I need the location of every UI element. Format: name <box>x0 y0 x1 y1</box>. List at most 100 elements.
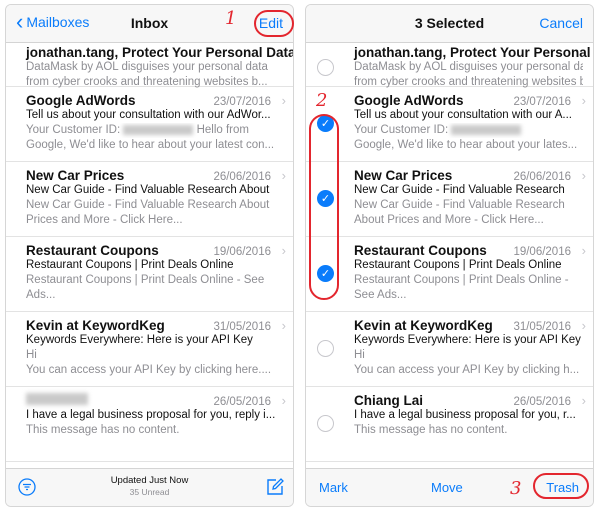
redacted-sender <box>26 393 88 405</box>
message-date: 23/07/2016 <box>513 96 571 108</box>
message-preview: About Prices and More - Click Here... <box>354 214 544 226</box>
message-preview: See Ads... <box>354 289 407 301</box>
message-preview: This message has no content. <box>354 424 508 436</box>
message-preview: Google, We'd like to hear about your lat… <box>354 139 578 151</box>
message-sender: Google AdWords <box>26 93 136 108</box>
redacted-id <box>451 124 522 135</box>
message-row[interactable]: Kevin at KeywordKeg 31/05/2016 Keywords … <box>6 312 293 387</box>
step-3-label: 3 <box>510 478 522 499</box>
message-row[interactable]: ✓ Google AdWords 23/07/2016 Tell us abou… <box>306 87 593 162</box>
step-1-label: 1 <box>225 8 237 29</box>
message-row[interactable]: jonathan.tang, Protect Your Personal Dat… <box>306 43 593 88</box>
message-preview: DataMask by AOL disguises your personal … <box>354 61 583 73</box>
message-subject: Restaurant Coupons | Print Deals Online <box>26 259 234 271</box>
selection-highlight-circle <box>309 114 339 300</box>
chevron-right-icon: › <box>581 318 586 333</box>
chevron-right-icon: › <box>581 243 586 258</box>
message-preview: Your Customer ID: <box>26 124 121 136</box>
message-row[interactable]: ✓ Restaurant Coupons 19/06/2016 Restaura… <box>306 237 593 312</box>
message-row[interactable]: Restaurant Coupons 19/06/2016 Restaurant… <box>6 237 293 312</box>
message-subject: New Car Guide - Find Valuable Research <box>354 184 565 196</box>
message-sender: New Car Prices <box>26 168 125 183</box>
select-checkbox[interactable] <box>317 415 334 432</box>
message-list: jonathan.tang, Protect Your Personal Dat… <box>6 43 293 462</box>
message-date: 26/06/2016 <box>513 171 571 183</box>
message-sender: jonathan.tang, Protect Your Personal Dat… <box>354 45 593 60</box>
mark-button[interactable]: Mark <box>319 480 348 495</box>
cancel-button[interactable]: Cancel <box>539 15 583 31</box>
message-date: 31/05/2016 <box>213 321 271 333</box>
message-row[interactable]: ✓ New Car Prices 26/06/2016 New Car Guid… <box>306 162 593 237</box>
message-list: jonathan.tang, Protect Your Personal Dat… <box>306 43 593 462</box>
message-row[interactable]: jonathan.tang, Protect Your Personal Dat… <box>6 43 294 88</box>
message-preview: This message has no content. <box>26 424 180 436</box>
message-sender: jonathan.tang, Protect Your Personal Dat… <box>26 45 294 60</box>
message-sender: New Car Prices <box>354 168 453 183</box>
message-date: 19/06/2016 <box>213 246 271 258</box>
message-date: 26/06/2016 <box>213 171 271 183</box>
message-sender: Chiang Lai <box>354 393 424 408</box>
page-title: Inbox <box>130 15 169 31</box>
trash-highlight-circle <box>533 473 589 499</box>
message-preview: Ads... <box>26 289 56 301</box>
message-preview: You can access your API Key by clicking … <box>26 364 272 376</box>
edit-navbar: 3 Selected Cancel <box>306 5 593 43</box>
step-2-label: 2 <box>316 90 328 111</box>
message-sender: Kevin at KeywordKeg <box>354 318 493 333</box>
message-subject: New Car Guide - Find Valuable Research A… <box>26 184 270 196</box>
message-subject: Tell us about your consultation with our… <box>26 109 271 121</box>
chevron-right-icon: › <box>281 243 286 258</box>
message-row[interactable]: New Car Prices 26/06/2016 New Car Guide … <box>6 162 293 237</box>
message-preview: Hi <box>354 349 365 361</box>
message-preview: New Car Guide - Find Valuable Research <box>354 199 565 211</box>
message-date: 26/05/2016 <box>513 396 571 408</box>
edit-highlight-circle <box>254 10 294 37</box>
message-row[interactable]: Chiang Lai 26/05/2016 I have a legal bus… <box>306 387 593 462</box>
select-checkbox[interactable] <box>317 59 334 76</box>
message-row[interactable]: Kevin at KeywordKeg 31/05/2016 Keywords … <box>306 312 593 387</box>
message-date: 31/05/2016 <box>513 321 571 333</box>
inbox-screen: ‹ Mailboxes Inbox Edit jonathan.tang, Pr… <box>5 4 294 507</box>
move-button[interactable]: Move <box>431 480 463 495</box>
message-row[interactable]: 26/05/2016 I have a legal business propo… <box>6 387 293 462</box>
inbox-toolbar: Updated Just Now 35 Unread <box>6 468 293 506</box>
message-sender: Restaurant Coupons <box>354 243 487 258</box>
message-sender: Restaurant Coupons <box>26 243 159 258</box>
message-preview: Prices and More - Click Here... <box>26 214 183 226</box>
chevron-right-icon: › <box>281 318 286 333</box>
message-subject: I have a legal business proposal for you… <box>26 409 276 421</box>
message-subject: I have a legal business proposal for you… <box>354 409 576 421</box>
chevron-right-icon: › <box>281 393 286 408</box>
message-preview: Restaurant Coupons | Print Deals Online … <box>26 274 265 286</box>
message-preview: Restaurant Coupons | Print Deals Online … <box>354 274 569 286</box>
edit-screen: 3 Selected Cancel jonathan.tang, Protect… <box>305 4 594 507</box>
message-date: 26/05/2016 <box>213 396 271 408</box>
message-sender: Kevin at KeywordKeg <box>26 318 165 333</box>
message-preview: Hello from <box>196 124 249 136</box>
message-row[interactable]: Google AdWords 23/07/2016 Tell us about … <box>6 87 293 162</box>
chevron-right-icon: › <box>581 93 586 108</box>
message-preview: Google, We'd like to hear about your lat… <box>26 139 275 151</box>
message-date: 23/07/2016 <box>213 96 271 108</box>
message-subject: Restaurant Coupons | Print Deals Online <box>354 259 562 271</box>
compose-icon[interactable] <box>265 477 285 502</box>
message-subject: Tell us about your consultation with our… <box>354 109 572 121</box>
message-subject: Keywords Everywhere: Here is your API Ke… <box>354 334 581 346</box>
message-preview: Your Customer ID: <box>354 124 449 136</box>
chevron-right-icon: › <box>581 168 586 183</box>
chevron-right-icon: › <box>581 393 586 408</box>
chevron-right-icon: › <box>281 93 286 108</box>
message-subject: Keywords Everywhere: Here is your API Ke… <box>26 334 253 346</box>
message-preview: New Car Guide - Find Valuable Research A… <box>26 199 270 211</box>
message-preview: Hi <box>26 349 37 361</box>
chevron-right-icon: › <box>281 168 286 183</box>
select-checkbox[interactable] <box>317 340 334 357</box>
message-preview: You can access your API Key by clicking … <box>354 364 580 376</box>
message-sender: Google AdWords <box>354 93 464 108</box>
update-status: Updated Just Now <box>110 475 189 486</box>
redacted-id <box>123 124 194 135</box>
inbox-navbar: ‹ Mailboxes Inbox Edit <box>6 5 293 43</box>
message-preview: DataMask by AOL disguises your personal … <box>26 61 268 73</box>
message-date: 19/06/2016 <box>513 246 571 258</box>
unread-count: 35 Unread <box>129 487 170 497</box>
